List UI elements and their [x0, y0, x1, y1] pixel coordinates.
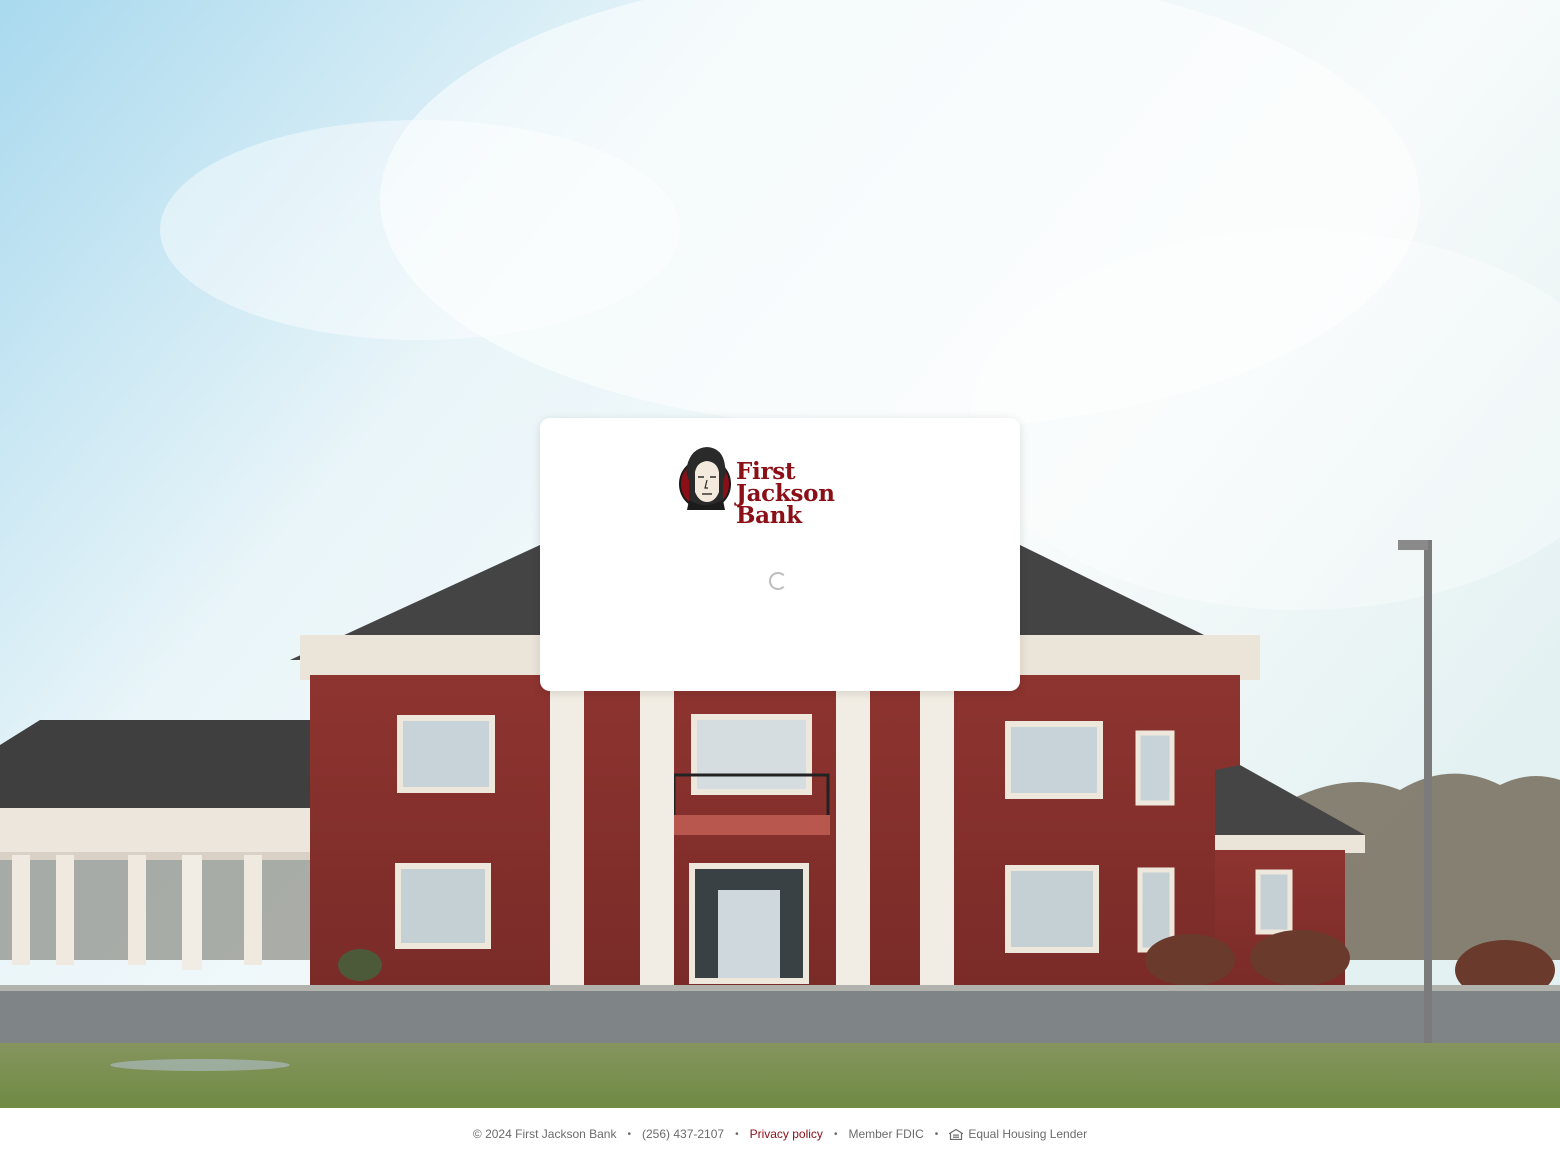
login-card: First Jackson Bank	[540, 418, 1020, 691]
footer: © 2024 First Jackson Bank • (256) 437-21…	[0, 1108, 1560, 1160]
bank-logo[interactable]: First Jackson Bank	[679, 444, 884, 527]
footer-separator: •	[627, 1128, 631, 1140]
portrait-logo-icon	[679, 447, 731, 510]
member-fdic: Member FDIC	[848, 1127, 924, 1141]
login-page: First Jackson Bank © 2024 First Jackson …	[0, 0, 1560, 1160]
bank-name: First Jackson Bank	[736, 458, 884, 529]
bank-name-line1: First Jackson	[736, 458, 835, 507]
loading-spinner-icon	[769, 572, 787, 590]
privacy-policy-link[interactable]: Privacy policy	[750, 1127, 823, 1141]
house-icon	[949, 1128, 964, 1140]
footer-copyright: © 2024 First Jackson Bank	[472, 1127, 617, 1141]
footer-phone[interactable]: (256) 437-2107	[642, 1127, 724, 1141]
footer-separator: •	[934, 1128, 939, 1140]
bank-name-line2: Bank	[736, 502, 802, 529]
footer-separator: •	[735, 1128, 739, 1140]
footer-separator: •	[833, 1128, 838, 1140]
equal-housing-label: Equal Housing Lender	[968, 1127, 1088, 1141]
equal-housing-lender: Equal Housing Lender	[949, 1127, 1087, 1141]
